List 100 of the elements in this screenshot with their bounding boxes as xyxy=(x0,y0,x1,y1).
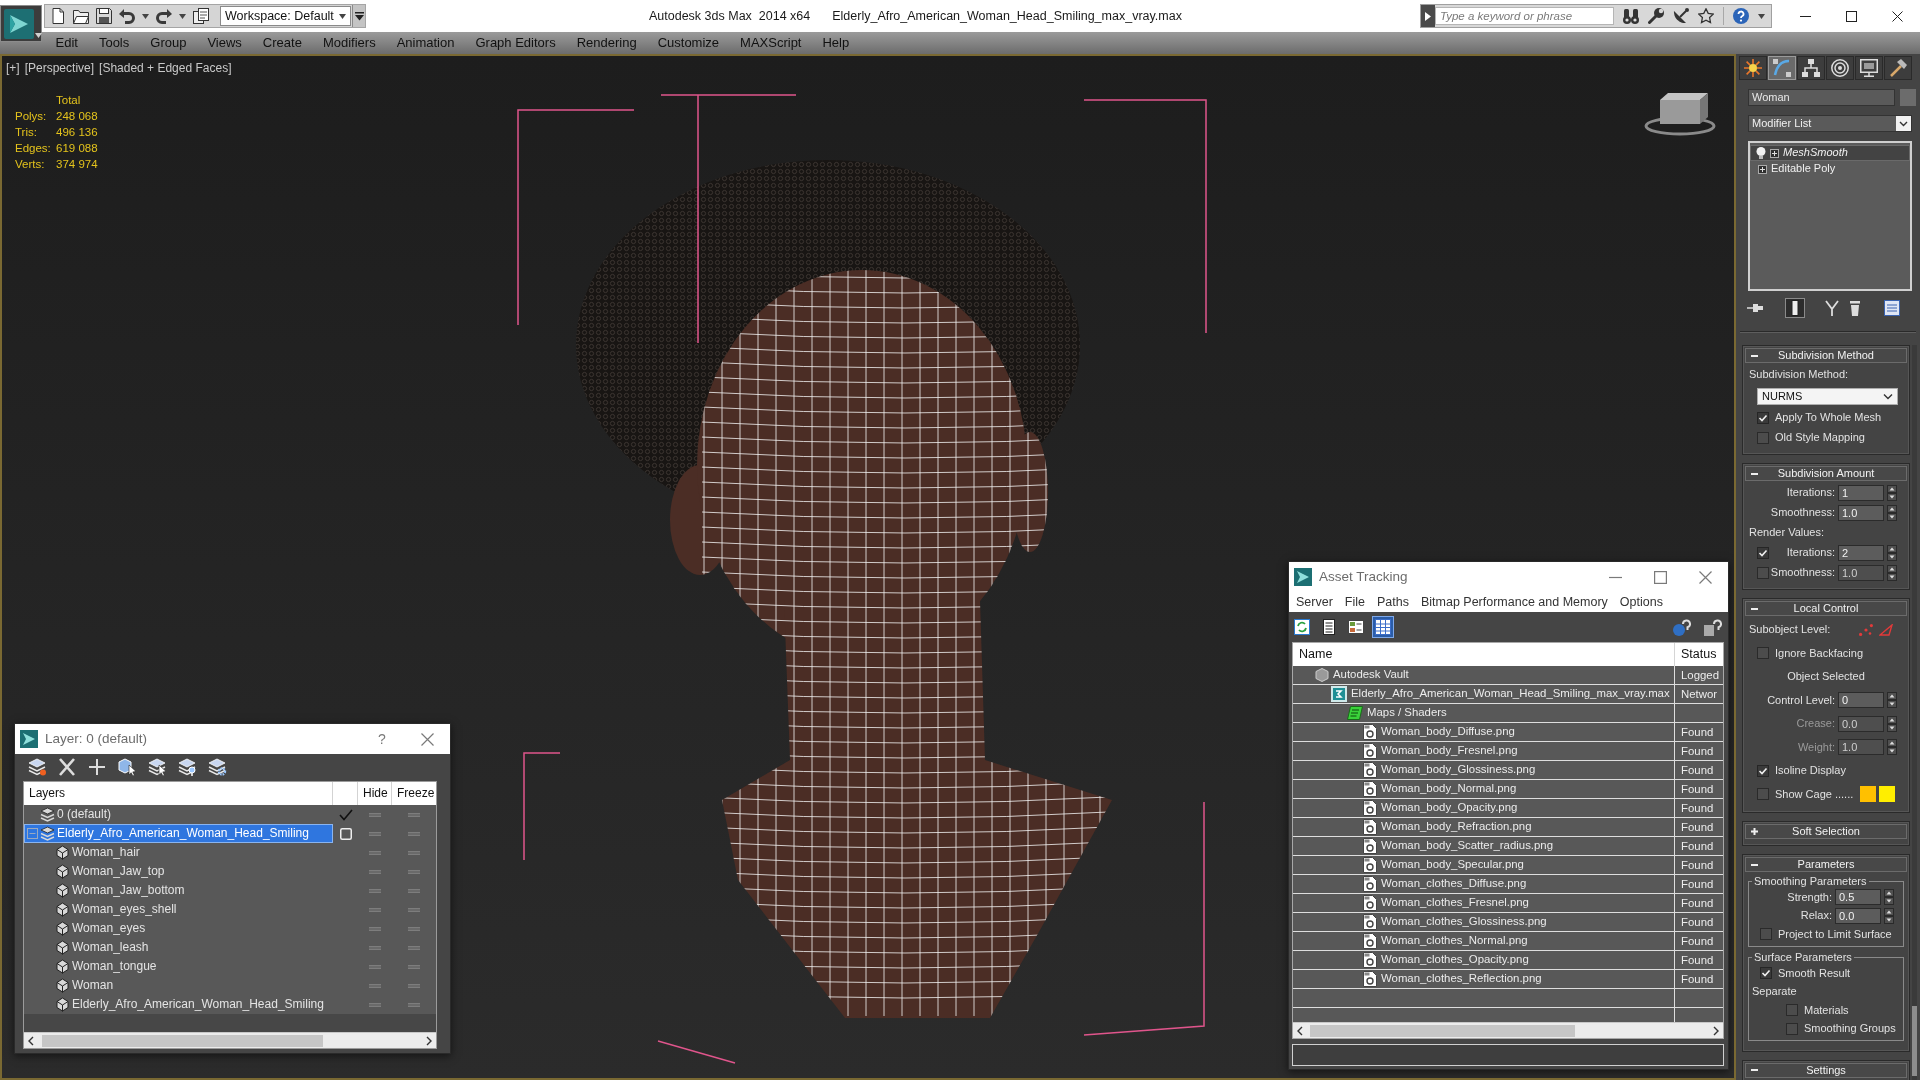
layers-cursor-icon[interactable] xyxy=(147,757,167,776)
spinner-icon[interactable] xyxy=(1887,545,1897,561)
checkbox[interactable] xyxy=(1757,788,1769,801)
chevron-right-icon[interactable] xyxy=(1713,1025,1719,1036)
satellite-dish-icon[interactable] xyxy=(1673,8,1689,24)
chevron-right-icon[interactable] xyxy=(426,1035,432,1046)
command-tab[interactable] xyxy=(1826,56,1854,80)
command-tab[interactable] xyxy=(1739,56,1767,80)
checkbox[interactable] xyxy=(1757,647,1769,660)
tree-item[interactable]: Woman_clothes_Opacity.png xyxy=(1293,951,1675,969)
redo-icon[interactable] xyxy=(156,8,172,24)
menu-item[interactable]: Animation xyxy=(386,32,465,54)
vertex-dots-icon[interactable] xyxy=(1859,623,1873,636)
spinner-icon[interactable] xyxy=(1887,715,1897,732)
tree-item[interactable]: Maps / Shaders xyxy=(1293,704,1675,722)
modifier-list-dropdown[interactable]: Modifier List xyxy=(1748,115,1912,132)
color-swatch[interactable] xyxy=(1879,786,1895,803)
spinner-field[interactable]: 1 xyxy=(1838,485,1884,501)
rollout-header[interactable]: Subdivision Amount xyxy=(1745,466,1907,481)
scrollbar-thumb[interactable] xyxy=(1310,1024,1575,1037)
rollout-header[interactable]: Local Control xyxy=(1745,601,1907,616)
menu-item[interactable]: Options xyxy=(1613,592,1669,612)
tree-item[interactable]: Woman_clothes_Fresnel.png xyxy=(1293,894,1675,912)
spinner-field[interactable]: 1.0 xyxy=(1838,505,1884,521)
menu-item[interactable]: Create xyxy=(252,32,313,54)
tree-item[interactable]: Woman_body_Opacity.png xyxy=(1293,799,1675,817)
checkbox[interactable] xyxy=(1760,928,1772,941)
tree-item[interactable]: Woman_clothes_Diffuse.png xyxy=(1293,875,1675,893)
menu-item[interactable]: Modifiers xyxy=(312,32,387,54)
spinner-icon[interactable] xyxy=(1884,889,1894,906)
wrench-icon[interactable] xyxy=(1648,8,1664,24)
method-dropdown[interactable]: NURMS xyxy=(1757,388,1898,405)
delete-icon[interactable] xyxy=(57,757,77,776)
menu-item[interactable]: MAXScript xyxy=(729,32,812,54)
tree-item[interactable]: Autodesk Vault xyxy=(1293,666,1675,684)
object-name-field[interactable]: Woman xyxy=(1748,89,1895,106)
horizontal-scrollbar[interactable] xyxy=(24,1032,436,1048)
stack-tool-button[interactable] xyxy=(1785,298,1805,318)
tree-item[interactable]: Woman_clothes_Reflection.png xyxy=(1293,970,1675,988)
command-tab[interactable] xyxy=(1797,56,1825,80)
rollout-header[interactable]: Soft Selection xyxy=(1745,824,1907,839)
viewport-menu[interactable]: [Perspective] xyxy=(24,61,95,76)
menu-item[interactable]: File xyxy=(1338,592,1371,612)
checkbox[interactable] xyxy=(1757,764,1769,777)
column-header[interactable]: Layers xyxy=(24,782,333,805)
scrollbar-thumb[interactable] xyxy=(1912,1006,1917,1076)
checkbox[interactable] xyxy=(1760,967,1772,980)
vertical-scrollbar[interactable] xyxy=(1912,345,1917,1080)
search-field[interactable]: Type a keyword or phrase xyxy=(1435,7,1614,25)
tree-item[interactable]: Woman_body_Normal.png xyxy=(1293,780,1675,798)
square-icon[interactable] xyxy=(339,827,352,840)
caret-icon[interactable] xyxy=(179,12,186,20)
folder-icon[interactable] xyxy=(73,8,89,24)
new-file-icon[interactable] xyxy=(50,8,66,24)
spinner-icon[interactable] xyxy=(1887,739,1897,756)
menu-item[interactable]: Views xyxy=(196,32,253,54)
checkbox[interactable] xyxy=(1757,547,1769,559)
help-icon[interactable] xyxy=(1733,8,1749,24)
documents-icon[interactable] xyxy=(193,8,209,24)
spinner-field[interactable]: 0.0 xyxy=(1835,907,1881,924)
workspace-dropdown[interactable]: Workspace: Default xyxy=(220,6,351,26)
tree-item[interactable]: Woman_body_Fresnel.png xyxy=(1293,742,1675,760)
menu-item[interactable]: Paths xyxy=(1371,592,1415,612)
spinner-field[interactable]: 2 xyxy=(1838,545,1884,561)
tree-item[interactable]: Woman_body_Glossiness.png xyxy=(1293,761,1675,779)
menu-item[interactable]: Server xyxy=(1290,592,1339,612)
stack-item[interactable]: Editable Poly xyxy=(1750,161,1910,177)
expand-icon[interactable] xyxy=(1770,148,1779,158)
layers-magnifier-icon[interactable] xyxy=(177,757,197,776)
checkbox[interactable] xyxy=(1757,567,1769,579)
object-color-swatch[interactable] xyxy=(1900,89,1916,106)
menu-item[interactable]: Bitmap Performance and Memory xyxy=(1414,592,1614,612)
tree-item[interactable]: Woman_body_Scatter_radius.png xyxy=(1293,837,1675,855)
viewport-menu[interactable]: [Shaded + Edged Faces] xyxy=(99,61,232,76)
spinner-field[interactable]: 1.0 xyxy=(1838,565,1884,581)
menu-item[interactable]: Graph Editors xyxy=(464,32,567,54)
checkmark-icon[interactable] xyxy=(338,808,353,821)
circle-help-icon[interactable] xyxy=(1673,618,1691,636)
spinner-icon[interactable] xyxy=(1884,907,1894,924)
checkbox[interactable] xyxy=(1757,412,1769,424)
command-tab[interactable] xyxy=(1884,56,1912,80)
layers-dot-icon[interactable] xyxy=(27,757,47,776)
column-header[interactable]: Name xyxy=(1293,643,1675,666)
spinner-icon[interactable] xyxy=(1887,565,1897,581)
app-menu-button[interactable] xyxy=(0,5,42,42)
plus-icon[interactable] xyxy=(87,757,107,776)
rollout-header[interactable]: Settings xyxy=(1745,1062,1907,1078)
column-header[interactable]: Hide xyxy=(358,782,392,805)
spinner-field[interactable]: 0 xyxy=(1838,692,1884,709)
caret-icon[interactable] xyxy=(142,12,149,20)
tree-item[interactable]: Woman_body_Specular.png xyxy=(1293,856,1675,874)
stack-tool-button[interactable] xyxy=(1882,298,1902,318)
checkbox[interactable] xyxy=(1786,1004,1798,1017)
command-tab[interactable] xyxy=(1855,56,1883,80)
viewcube-icon[interactable] xyxy=(1644,93,1716,136)
viewport-menu[interactable]: [+] xyxy=(6,61,20,76)
tree-item[interactable]: Woman_clothes_Glossiness.png xyxy=(1293,913,1675,931)
rollout-header[interactable]: Parameters xyxy=(1745,857,1907,872)
color-swatch[interactable] xyxy=(1860,786,1876,803)
view-button[interactable] xyxy=(1291,616,1313,638)
